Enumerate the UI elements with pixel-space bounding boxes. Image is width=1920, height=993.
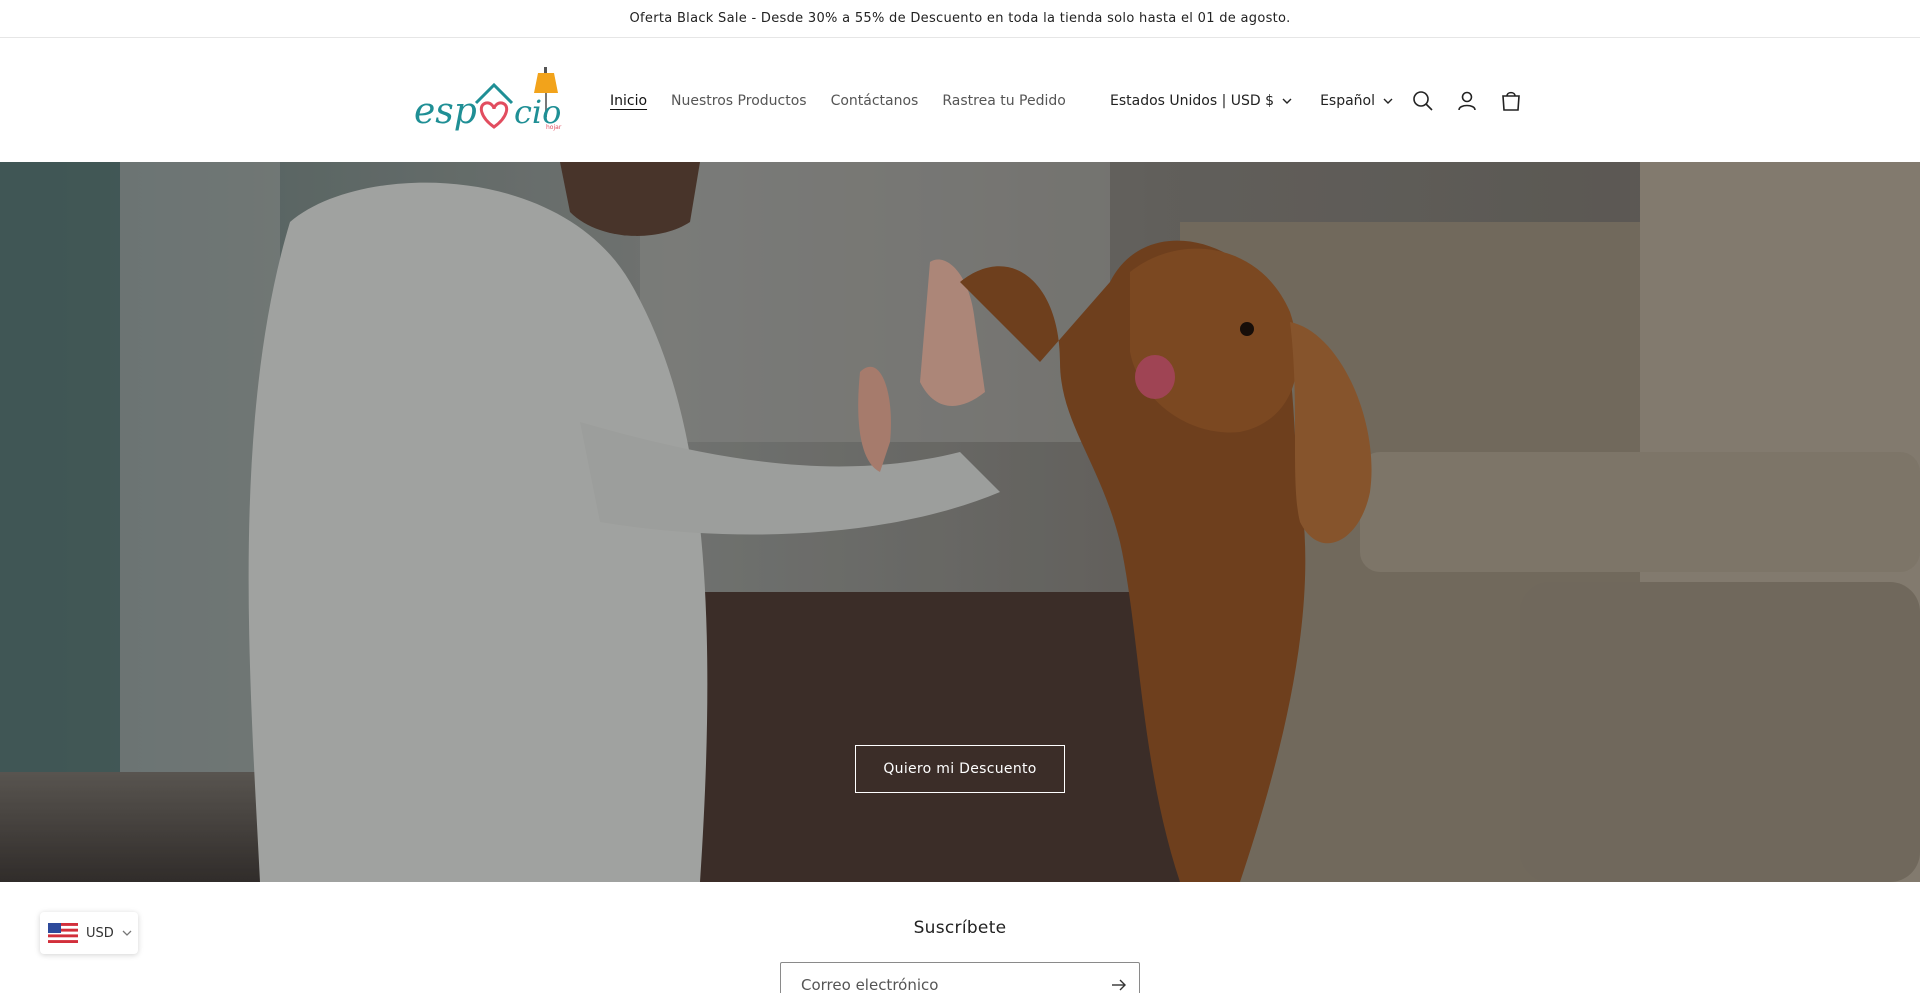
chevron-down-icon [1282, 98, 1292, 104]
nav-item-nuestros-productos[interactable]: Nuestros Productos [671, 93, 807, 109]
site-logo[interactable]: esp cio hojar [414, 65, 570, 137]
search-button[interactable] [1401, 79, 1445, 123]
newsletter-email-input[interactable] [781, 963, 1099, 993]
country-selector[interactable]: Estados Unidos | USD $ [1110, 93, 1292, 109]
announcement-text: Oferta Black Sale - Desde 30% a 55% de D… [629, 11, 1291, 26]
account-button[interactable] [1445, 79, 1489, 123]
house-heart-lamp-logo-icon: esp cio hojar [414, 67, 562, 132]
newsletter-form [780, 962, 1140, 993]
chevron-down-icon [122, 930, 132, 936]
hero-banner: Quiero mi Descuento [0, 162, 1920, 882]
search-icon [1413, 90, 1433, 111]
announcement-bar: Oferta Black Sale - Desde 30% a 55% de D… [0, 0, 1920, 38]
nav-item-inicio[interactable]: Inicio [610, 93, 647, 109]
us-flag-icon [48, 923, 78, 943]
cart-button[interactable] [1489, 79, 1533, 123]
language-selector-label: Español [1320, 92, 1375, 109]
newsletter-submit-button[interactable] [1099, 963, 1139, 993]
arrow-right-icon [1112, 979, 1126, 991]
main-nav: Inicio Nuestros Productos Contáctanos Ra… [610, 39, 1066, 162]
nav-item-contactanos[interactable]: Contáctanos [831, 93, 919, 109]
cart-icon [1502, 91, 1520, 111]
currency-widget-label: USD [86, 925, 114, 941]
newsletter-title: Suscríbete [913, 918, 1007, 938]
chevron-down-icon [1383, 98, 1393, 104]
language-selector[interactable]: Español [1320, 93, 1393, 109]
hero-cta-button[interactable]: Quiero mi Descuento [855, 745, 1065, 793]
nav-item-rastrea-pedido[interactable]: Rastrea tu Pedido [942, 93, 1065, 109]
logo-tagline: hojar [546, 124, 562, 131]
currency-widget[interactable]: USD [40, 912, 138, 954]
country-selector-label: Estados Unidos | USD $ [1110, 92, 1275, 109]
site-header: esp cio hojar Inicio Nuestros Productos … [0, 39, 1920, 162]
logo-text-left: esp [414, 91, 477, 132]
account-icon [1458, 91, 1476, 110]
header-utilities: Estados Unidos | USD $ Español [1110, 39, 1533, 162]
